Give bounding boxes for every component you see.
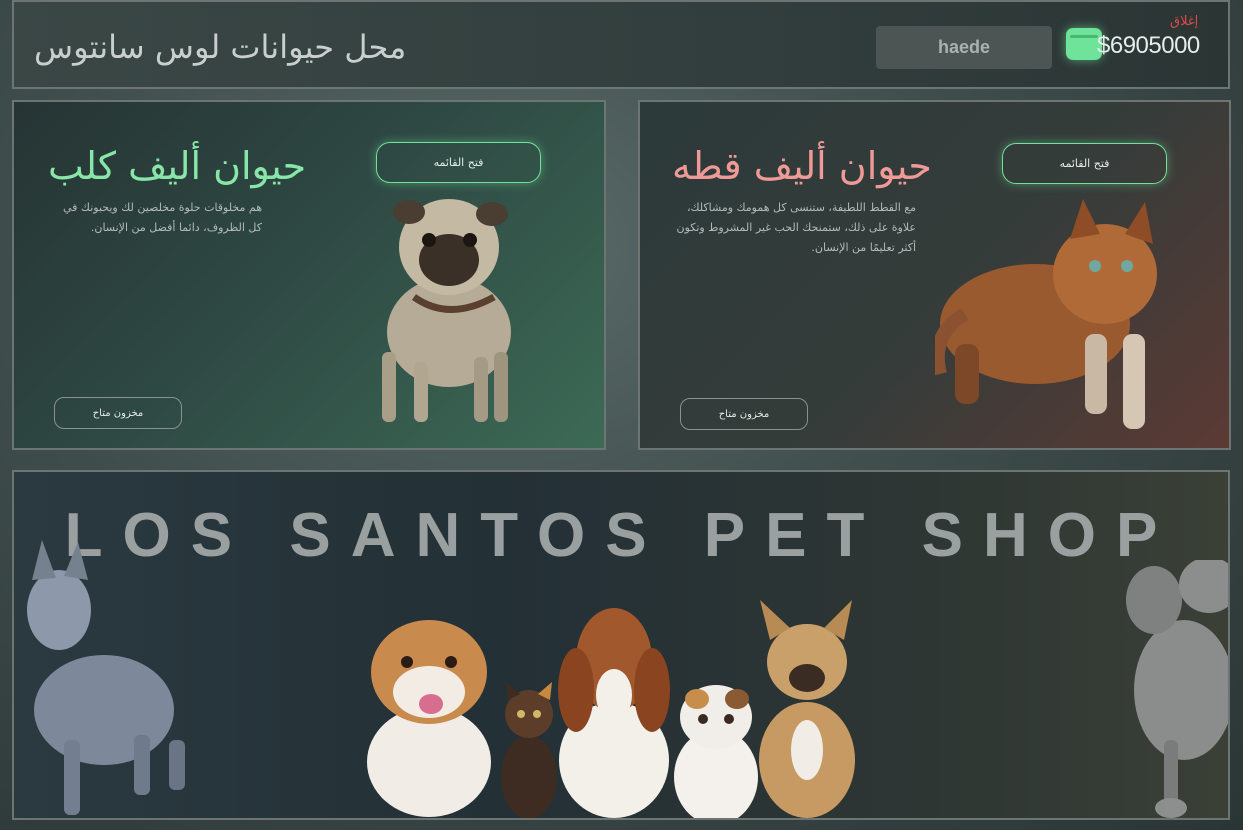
dog-card: حيوان أليف كلب هم مخلوقات حلوة مخلصين لك… [12, 100, 606, 450]
dog-stock-button[interactable]: مخزون متاح [54, 397, 182, 429]
poodle-image [1126, 560, 1228, 818]
cat-card: حيوان أليف قطه مع القطط اللطيفة، ستنسى ك… [638, 100, 1231, 450]
cat-open-menu-button[interactable]: فتح القائمه [1002, 143, 1167, 184]
cat-card-title: حيوان أليف قطه [672, 144, 932, 188]
french-bulldog-image [759, 600, 855, 818]
orange-cat-image [935, 199, 1157, 429]
exotic-kitten-image [674, 685, 758, 818]
dog-card-title: حيوان أليف كلب [48, 144, 307, 188]
cat-stock-button[interactable]: مخزون متاح [680, 398, 808, 430]
pug-dog-image [382, 199, 511, 422]
header-bar: محل حيوانات لوس سانتوس haede $6905000 إغ… [12, 0, 1230, 89]
basset-hound-image [558, 608, 670, 818]
money-balance: $6905000 [1097, 32, 1200, 59]
close-button[interactable]: إغلاق [1170, 14, 1198, 29]
username-box: haede [876, 26, 1052, 69]
dog-open-menu-button[interactable]: فتح القائمه [376, 142, 541, 183]
bulldog-image [367, 620, 491, 817]
husky-dog-image [27, 540, 185, 815]
shop-title: محل حيوانات لوس سانتوس [34, 28, 407, 66]
dog-card-description: هم مخلوقات حلوة مخلصين لك ويحبونك في كل … [63, 201, 262, 234]
pet-shop-banner: LOS SANTOS PET SHOP [12, 470, 1230, 820]
cat-card-description: مع القطط اللطيفة، ستنسى كل همومك ومشاكلك… [676, 201, 916, 254]
